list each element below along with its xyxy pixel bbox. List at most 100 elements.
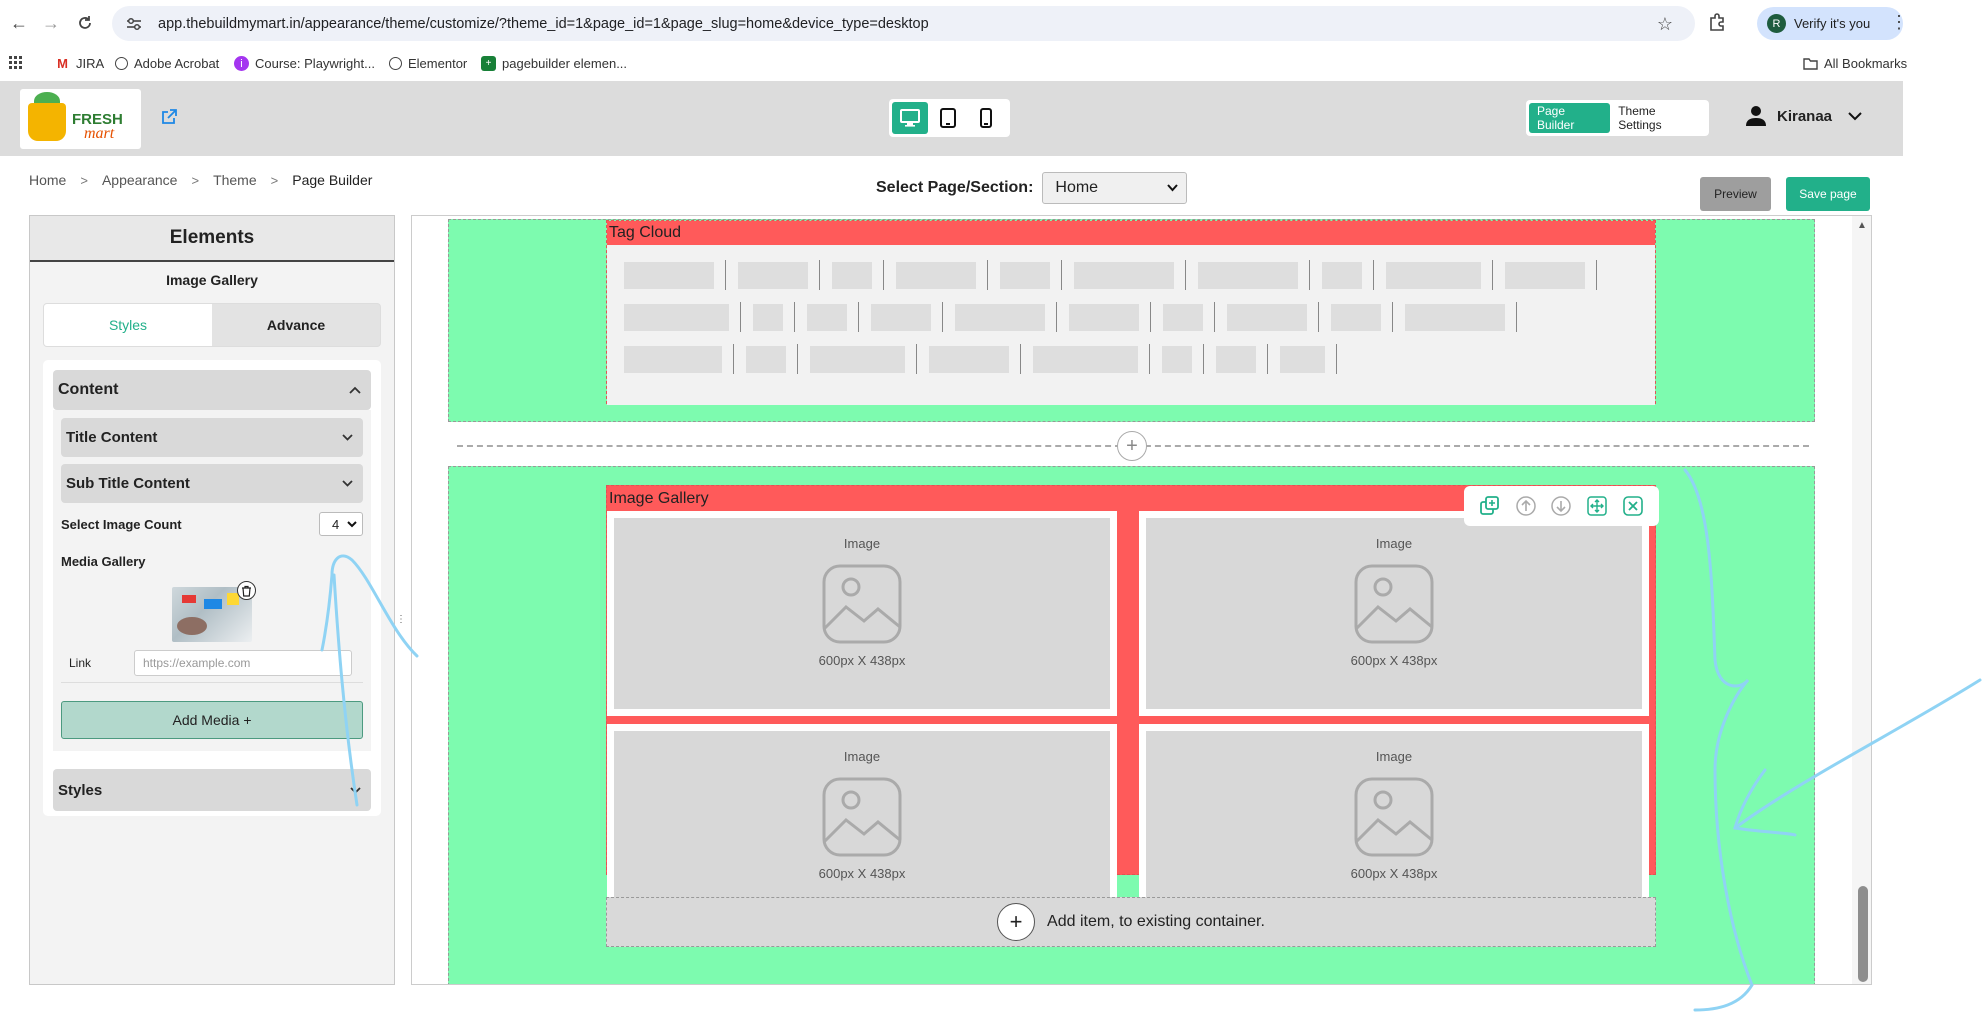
fresh-mart-logo[interactable]: FRESH mart xyxy=(20,89,141,149)
image-gallery-widget[interactable]: Image Gallery Image 600px X 438px Image … xyxy=(606,485,1656,929)
settings-card: Content Title Content Sub Title Content … xyxy=(43,360,381,816)
image-icon xyxy=(822,564,902,644)
builder-mode-switch: Page Builder Theme Settings xyxy=(1526,100,1709,136)
logo-basket-shape xyxy=(28,103,66,141)
title-content-accordion[interactable]: Title Content xyxy=(61,418,363,457)
tab-styles[interactable]: Styles xyxy=(44,304,212,346)
tablet-view-button[interactable] xyxy=(930,102,966,134)
user-menu[interactable]: Kiranaa xyxy=(1745,105,1862,127)
verify-profile-button[interactable]: R Verify it's you xyxy=(1757,7,1903,40)
tab-advance[interactable]: Advance xyxy=(212,304,380,346)
tag-separator xyxy=(1373,260,1374,290)
close-icon[interactable] xyxy=(1622,495,1644,517)
page-select-dropdown[interactable]: Home xyxy=(1042,172,1188,204)
theme-settings-tab[interactable]: Theme Settings xyxy=(1610,103,1706,133)
site-settings-icon[interactable] xyxy=(126,15,144,33)
duplicate-icon[interactable] xyxy=(1479,495,1501,517)
extensions-icon[interactable] xyxy=(1707,12,1729,34)
gallery-image-cell[interactable]: Image 600px X 438px xyxy=(607,511,1117,716)
image-label: Image xyxy=(1375,536,1413,551)
bookmark-elementor[interactable]: Elementor xyxy=(389,56,467,71)
image-size: 600px X 438px xyxy=(1350,653,1438,668)
breadcrumb-home[interactable]: Home xyxy=(29,172,66,188)
back-icon[interactable]: ← xyxy=(8,12,30,34)
globe-icon xyxy=(115,57,128,70)
scroll-up-icon[interactable]: ▲ xyxy=(1857,220,1867,231)
link-label: Link xyxy=(69,656,92,670)
tag-cloud-widget[interactable]: Tag Cloud xyxy=(606,220,1656,405)
browser-menu-icon[interactable]: ⋮ xyxy=(1890,12,1908,33)
apps-grid-icon[interactable] xyxy=(9,56,23,70)
breadcrumb-page-builder: Page Builder xyxy=(292,172,373,188)
forward-icon[interactable]: → xyxy=(40,12,62,34)
device-switcher xyxy=(889,99,1010,137)
external-link-icon[interactable] xyxy=(160,108,178,126)
bookmark-star-icon[interactable]: ☆ xyxy=(1657,14,1673,35)
tag-placeholder xyxy=(810,346,905,373)
chevron-down-icon xyxy=(342,434,353,441)
mobile-view-button[interactable] xyxy=(968,102,1004,134)
chevron-right-icon: > xyxy=(191,172,200,188)
add-media-button[interactable]: Add Media + xyxy=(61,701,363,739)
bookmark-label: JIRA xyxy=(76,56,105,71)
drag-move-icon[interactable] xyxy=(1586,495,1608,517)
page-builder-tab[interactable]: Page Builder xyxy=(1529,103,1611,133)
tag-placeholder xyxy=(624,262,714,289)
url-text[interactable]: app.thebuildmymart.in/appearance/theme/c… xyxy=(158,16,929,32)
sheets-icon: + xyxy=(481,56,496,71)
bookmark-pagebuilder[interactable]: + pagebuilder elemen... xyxy=(481,56,627,71)
tag-placeholder xyxy=(1069,304,1139,331)
delete-media-icon[interactable] xyxy=(237,581,256,600)
tag-separator xyxy=(794,302,795,332)
tag-placeholder xyxy=(955,304,1045,331)
content-accordion[interactable]: Content xyxy=(53,370,371,410)
bookmark-adobe-acrobat[interactable]: Adobe Acrobat xyxy=(115,56,219,71)
builder-canvas: Tag Cloud + Image Gallery Image 600px X … xyxy=(411,215,1872,985)
breadcrumb-appearance[interactable]: Appearance xyxy=(102,172,178,188)
chevron-down-icon xyxy=(342,480,353,487)
add-item-button[interactable]: + Add item, to existing container. xyxy=(606,897,1656,947)
tag-placeholder xyxy=(1162,346,1192,373)
reload-icon[interactable] xyxy=(74,12,96,34)
bookmark-course-playwright[interactable]: i Course: Playwright... xyxy=(234,56,375,71)
address-bar[interactable]: app.thebuildmymart.in/appearance/theme/c… xyxy=(112,6,1695,41)
panel-title: Elements xyxy=(30,216,394,262)
save-page-button[interactable]: Save page xyxy=(1786,177,1870,211)
move-up-icon[interactable] xyxy=(1515,495,1537,517)
styles-accordion[interactable]: Styles xyxy=(53,769,371,811)
all-bookmarks[interactable]: All Bookmarks xyxy=(1803,56,1907,71)
tag-placeholder xyxy=(624,346,722,373)
scrollbar-thumb[interactable] xyxy=(1858,886,1868,982)
sub-title-content-accordion[interactable]: Sub Title Content xyxy=(61,464,363,503)
tag-placeholder xyxy=(1198,262,1298,289)
tag-placeholder xyxy=(1074,262,1174,289)
bookmark-label: pagebuilder elemen... xyxy=(502,56,628,71)
move-down-icon[interactable] xyxy=(1550,495,1572,517)
image-placeholder: Image 600px X 438px xyxy=(614,518,1110,709)
breadcrumb-theme[interactable]: Theme xyxy=(213,172,257,188)
gallery-image-cell[interactable]: Image 600px X 438px xyxy=(1139,511,1649,716)
image-icon xyxy=(822,777,902,857)
desktop-view-button[interactable] xyxy=(892,102,928,134)
content-accordion-body: Title Content Sub Title Content Select I… xyxy=(53,410,371,751)
tag-placeholder xyxy=(1280,346,1325,373)
bookmark-jira[interactable]: M JIRA xyxy=(55,56,104,71)
canvas-scrollbar[interactable]: ▲ xyxy=(1852,216,1871,984)
tag-placeholder xyxy=(929,346,1009,373)
add-item-label: Add item, to existing container. xyxy=(1047,913,1265,930)
image-count-row: Select Image Count 4 xyxy=(61,510,363,538)
tag-placeholder xyxy=(1227,304,1307,331)
chevron-down-icon xyxy=(350,786,361,794)
add-section-button[interactable]: + xyxy=(1117,431,1147,461)
logo-text-bottom: mart xyxy=(84,125,115,142)
panel-resize-handle[interactable]: ⋮ xyxy=(396,614,406,632)
tag-cloud-section[interactable]: Tag Cloud xyxy=(448,219,1815,422)
preview-button[interactable]: Preview xyxy=(1700,177,1771,211)
udemy-icon: i xyxy=(234,56,249,71)
tag-placeholder xyxy=(746,346,786,373)
image-count-select[interactable]: 4 xyxy=(319,512,363,536)
styles-accordion-label: Styles xyxy=(58,781,103,799)
tag-separator xyxy=(740,302,741,332)
image-gallery-section[interactable]: Image Gallery Image 600px X 438px Image … xyxy=(448,466,1815,984)
link-input[interactable]: https://example.com xyxy=(134,650,352,676)
